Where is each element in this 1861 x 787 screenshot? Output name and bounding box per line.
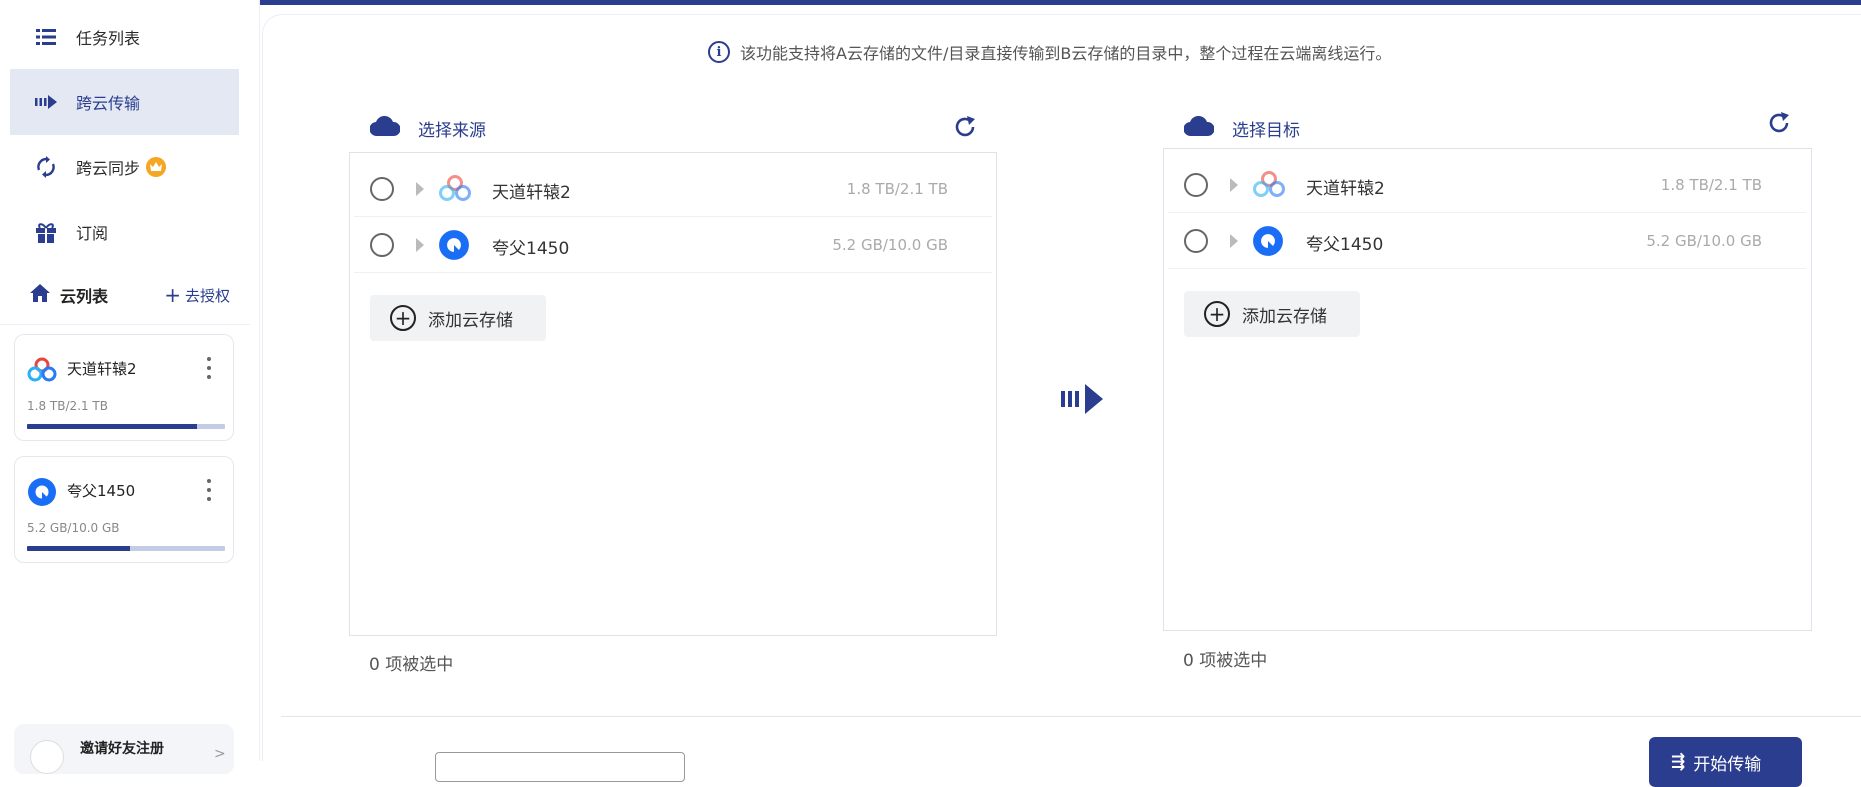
info-icon: i	[708, 41, 730, 63]
storage-name: 天道轩辕2	[1306, 179, 1385, 199]
start-label: 开始传输	[1693, 754, 1762, 775]
nav-label: 跨云同步	[76, 159, 141, 178]
cloud-card-baidu[interactable]: 天道轩辕2 1.8 TB/2.1 TB	[14, 334, 234, 441]
add-circle-icon: +	[390, 305, 416, 331]
target-panel: 天道轩辕2 1.8 TB/2.1 TB 夸父1450 5.2 GB/10.0 G…	[1163, 148, 1812, 631]
chevron-right-icon: >	[214, 746, 226, 762]
baidu-cloud-logo-icon	[438, 173, 472, 205]
baidu-cloud-logo-icon	[1252, 169, 1286, 201]
storage-capacity: 1.8 TB/2.1 TB	[1660, 176, 1762, 194]
target-selected-count: 0 项被选中	[1183, 651, 1268, 671]
usage-bar	[27, 546, 225, 551]
usage-bar-fill	[27, 546, 130, 551]
crown-icon	[146, 157, 167, 177]
card-usage: 5.2 GB/10.0 GB	[27, 521, 120, 535]
usage-bar	[27, 424, 225, 429]
storage-name: 夸父1450	[1306, 235, 1384, 255]
storage-capacity: 5.2 GB/10.0 GB	[1646, 232, 1762, 250]
nav-task-list[interactable]: 任务列表	[10, 4, 239, 70]
expand-icon[interactable]	[1230, 234, 1238, 248]
expand-icon[interactable]	[416, 182, 424, 196]
plus-icon: +	[164, 283, 181, 307]
refresh-icon[interactable]	[1767, 111, 1793, 137]
add-cloud-storage-button[interactable]: + 添加云存储	[370, 295, 546, 341]
storage-name: 天道轩辕2	[492, 183, 571, 203]
transfer-arrow-icon	[1061, 384, 1103, 414]
feature-notice: i 该功能支持将A云存储的文件/目录直接传输到B云存储的目录中，整个过程在云端离…	[708, 40, 1391, 64]
radio-button[interactable]	[1184, 229, 1208, 253]
notice-text: 该功能支持将A云存储的文件/目录直接传输到B云存储的目录中，整个过程在云端离线运…	[740, 44, 1392, 63]
nav-subscribe[interactable]: 订阅	[10, 199, 239, 265]
cloud-list-header: 云列表 + 去授权	[30, 280, 230, 310]
storage-capacity: 5.2 GB/10.0 GB	[832, 236, 948, 254]
expand-icon[interactable]	[1230, 178, 1238, 192]
nav-label: 跨云传输	[76, 94, 141, 113]
refresh-icon[interactable]	[953, 115, 979, 141]
authorize-label: 去授权	[184, 286, 230, 305]
nav-cross-cloud-transfer[interactable]: 跨云传输	[10, 69, 239, 135]
storage-name: 夸父1450	[492, 239, 570, 259]
quark-logo-icon	[1252, 225, 1286, 257]
gift-icon	[32, 218, 60, 246]
cloud-icon	[1183, 115, 1215, 141]
storage-capacity: 1.8 TB/2.1 TB	[846, 180, 948, 198]
sidebar-divider	[0, 324, 250, 325]
expand-icon[interactable]	[416, 238, 424, 252]
usage-bar-fill	[27, 424, 198, 429]
bottom-input-field[interactable]	[435, 752, 685, 782]
source-row[interactable]: 夸父1450 5.2 GB/10.0 GB	[354, 217, 992, 273]
home-icon	[30, 284, 50, 306]
bottom-divider	[281, 716, 1861, 717]
cloud-card-quark[interactable]: 夸父1450 5.2 GB/10.0 GB	[14, 456, 234, 563]
card-name: 天道轩辕2	[67, 360, 137, 378]
task-list-icon	[32, 23, 60, 51]
baidu-cloud-logo-icon	[27, 355, 57, 385]
top-accent-bar	[0, 0, 1861, 5]
target-row[interactable]: 天道轩辕2 1.8 TB/2.1 TB	[1168, 157, 1806, 213]
add-label: 添加云存储	[428, 310, 513, 331]
cloud-list-title: 云列表	[60, 287, 109, 306]
more-options-icon[interactable]	[201, 355, 217, 381]
authorize-link[interactable]: + 去授权	[164, 285, 230, 306]
add-label: 添加云存储	[1242, 306, 1327, 327]
start-transfer-button[interactable]: ⇶ 开始传输	[1649, 737, 1802, 787]
radio-button[interactable]	[1184, 173, 1208, 197]
source-row[interactable]: 天道轩辕2 1.8 TB/2.1 TB	[354, 161, 992, 217]
nav-cross-cloud-sync[interactable]: 跨云同步	[10, 134, 239, 200]
quark-logo-icon	[27, 477, 57, 507]
source-panel: 天道轩辕2 1.8 TB/2.1 TB 夸父1450 5.2 GB/10.0 G…	[349, 152, 997, 636]
quark-logo-icon	[438, 229, 472, 261]
sidebar: 任务列表 跨云传输 跨云同步 订阅 云列表 + 去授权 天道轩辕2 1.8 TB…	[0, 0, 260, 774]
source-header: 选择来源	[369, 115, 486, 141]
card-name: 夸父1450	[67, 482, 136, 500]
sync-icon	[32, 153, 60, 181]
source-selected-count: 0 项被选中	[369, 655, 454, 675]
cloud-icon	[369, 115, 401, 141]
radio-button[interactable]	[370, 177, 394, 201]
target-title: 选择目标	[1232, 121, 1300, 141]
transfer-icon	[32, 88, 60, 116]
invite-label: 邀请好友注册	[80, 741, 164, 757]
nav-label: 任务列表	[76, 29, 141, 48]
radio-button[interactable]	[370, 233, 394, 257]
more-options-icon[interactable]	[201, 477, 217, 503]
add-cloud-storage-button[interactable]: + 添加云存储	[1184, 291, 1360, 337]
add-circle-icon: +	[1204, 301, 1230, 327]
target-row[interactable]: 夸父1450 5.2 GB/10.0 GB	[1168, 213, 1806, 269]
source-title: 选择来源	[418, 121, 486, 141]
transfer-icon: ⇶	[1671, 752, 1685, 772]
card-usage: 1.8 TB/2.1 TB	[27, 399, 108, 413]
invite-friends-card[interactable]: 邀请好友注册 >	[14, 724, 234, 774]
target-header: 选择目标	[1183, 115, 1300, 141]
nav-label: 订阅	[76, 224, 109, 243]
add-user-icon	[30, 740, 64, 774]
